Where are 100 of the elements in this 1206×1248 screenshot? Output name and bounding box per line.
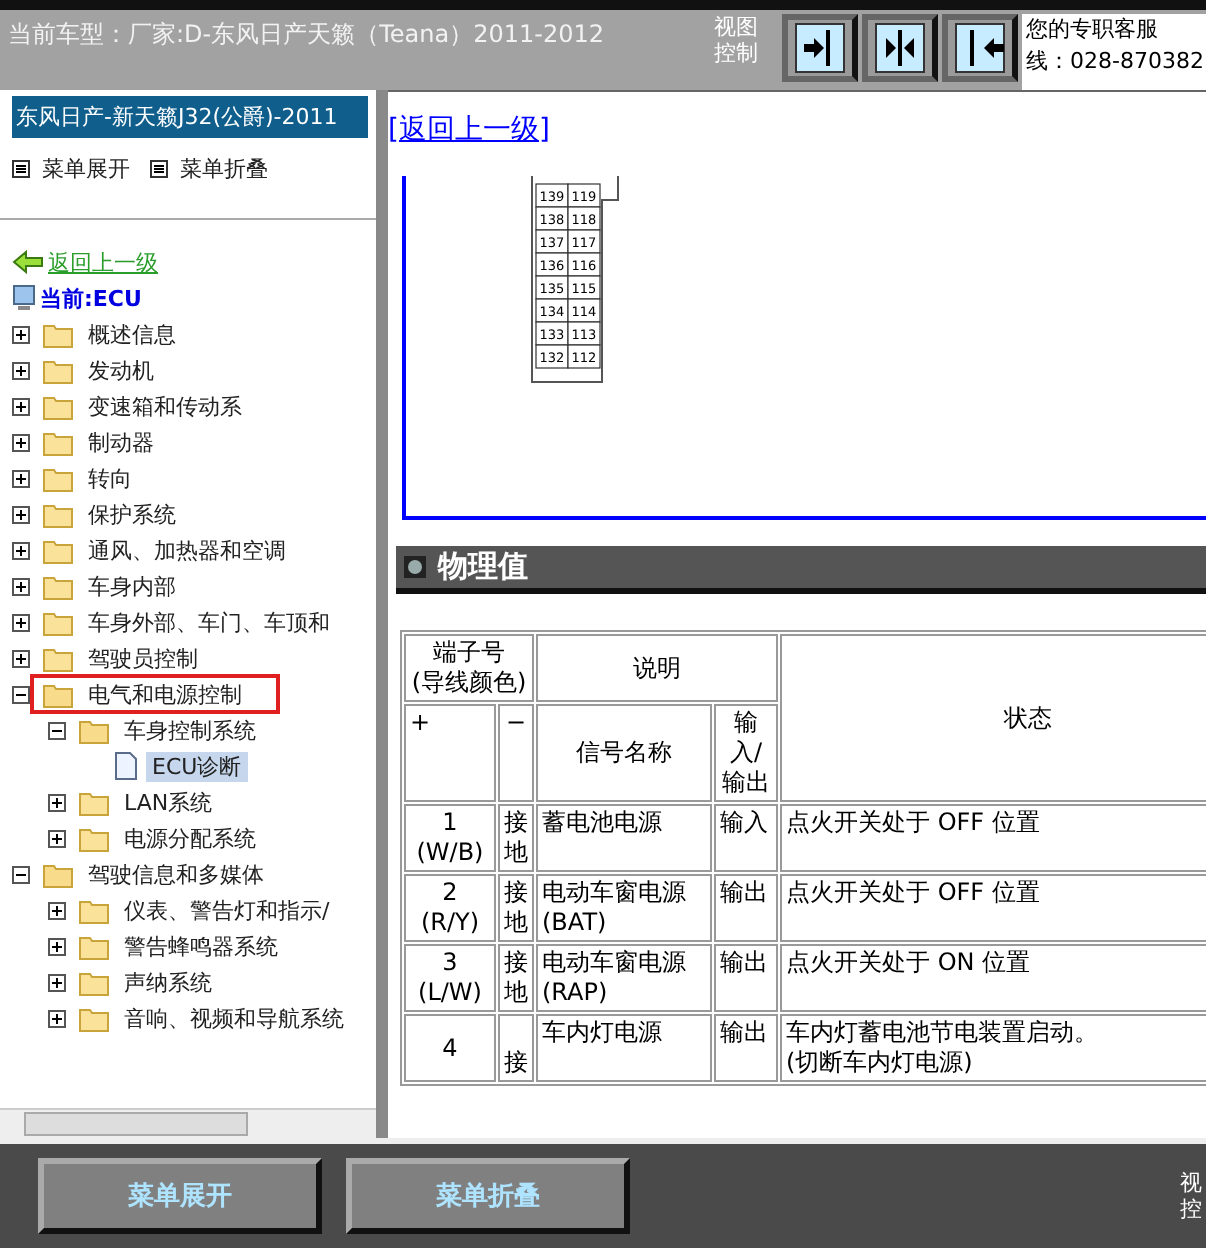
back-link[interactable]: 返回上一级	[48, 247, 158, 277]
expand-menu-button[interactable]: 菜单展开	[12, 154, 130, 184]
folder-icon	[42, 321, 74, 347]
folder-icon	[78, 789, 110, 815]
collapse-menu-button[interactable]: 菜单折叠	[150, 154, 268, 184]
tree-item[interactable]: 制动器	[82, 427, 160, 457]
sidebar-title: 东风日产-新天籁J32(公爵)-2011	[12, 96, 368, 138]
collapse-icon[interactable]	[12, 865, 30, 883]
expand-icon[interactable]	[48, 901, 66, 919]
folder-icon	[42, 393, 74, 419]
service-phone: 线：028-870382	[1026, 46, 1206, 78]
table-cell: 接地	[498, 874, 534, 942]
table-cell: 接地	[498, 804, 534, 872]
back-link[interactable]: [返回上一级]	[388, 112, 550, 148]
folder-icon	[42, 501, 74, 527]
table-cell: 4	[404, 1014, 496, 1082]
tree-item[interactable]: 概述信息	[82, 319, 182, 349]
folder-icon	[42, 609, 74, 635]
computer-icon	[12, 284, 36, 312]
expand-icon[interactable]	[12, 433, 30, 451]
table-cell: 输出	[714, 944, 778, 1012]
table-cell: 接地	[498, 944, 534, 1012]
table-cell: 3 (L/W)	[404, 944, 496, 1012]
expand-icon[interactable]	[12, 505, 30, 523]
table-header: −	[498, 704, 534, 802]
expand-icon[interactable]	[48, 937, 66, 955]
tree-item[interactable]: 保护系统	[82, 499, 182, 529]
table-cell: 点火开关处于 ON 位置	[780, 944, 1206, 1012]
tree-item[interactable]: 车身内部	[82, 571, 182, 601]
table-header: 信号名称	[536, 704, 712, 802]
folder-icon	[78, 1005, 110, 1031]
tree-item[interactable]: 车身控制系统	[118, 715, 262, 745]
tree-item[interactable]: 驾驶员控制	[82, 643, 204, 673]
split-view-icon	[874, 22, 926, 74]
back-arrow-icon	[12, 250, 44, 274]
expand-icon[interactable]	[48, 793, 66, 811]
expand-icon[interactable]	[12, 541, 30, 559]
table-header: 说明	[536, 634, 778, 702]
tree-item[interactable]: 声纳系统	[118, 967, 218, 997]
open-folder-icon	[78, 717, 110, 743]
list-icon	[12, 160, 30, 178]
folder-icon	[42, 645, 74, 671]
table-cell: 电动车窗电源 (RAP)	[536, 944, 712, 1012]
folder-icon	[78, 825, 110, 851]
view-control-label: 控	[1180, 1196, 1202, 1222]
expand-icon[interactable]	[12, 613, 30, 631]
table-cell: 车内灯蓄电池节电装置启动。 (切断车内灯电源)	[780, 1014, 1206, 1082]
table-header: 状态	[780, 634, 1206, 802]
tree-item[interactable]: 警告蜂鸣器系统	[118, 931, 284, 961]
expand-icon[interactable]	[48, 1009, 66, 1027]
table-header: 端子号 (导线颜色)	[404, 634, 534, 702]
tree-item[interactable]: 变速箱和传动系	[82, 391, 248, 421]
collapse-icon[interactable]	[48, 721, 66, 739]
tree-item[interactable]: 音响、视频和导航系统	[118, 1003, 350, 1033]
bullet-icon	[404, 556, 426, 578]
expand-icon[interactable]	[12, 577, 30, 595]
horizontal-scrollbar[interactable]	[0, 1108, 376, 1138]
table-cell: 1 (W/B)	[404, 804, 496, 872]
table-cell: 点火开关处于 OFF 位置	[780, 804, 1206, 872]
service-text: 您的专职客服	[1026, 14, 1160, 46]
tree-item[interactable]: 驾驶信息和多媒体	[82, 859, 270, 889]
section-title: 物理值	[438, 548, 528, 586]
folder-icon	[78, 969, 110, 995]
tree-item[interactable]: 转向	[82, 463, 138, 493]
table-cell: 输出	[714, 874, 778, 942]
open-folder-icon	[42, 861, 74, 887]
folder-icon	[78, 897, 110, 923]
view-control-label: 视图控制	[714, 14, 760, 66]
expand-icon[interactable]	[12, 649, 30, 667]
table-cell: 接	[498, 1014, 534, 1082]
expand-icon[interactable]	[48, 829, 66, 847]
tree-item[interactable]: 车身外部、车门、车顶和	[82, 607, 336, 637]
vehicle-title: 当前车型：厂家:D-东风日产天籁（Teana）2011-2012	[6, 18, 607, 52]
expand-icon[interactable]	[12, 469, 30, 487]
view-button[interactable]	[782, 14, 858, 82]
table-header: +	[404, 704, 496, 802]
tree-item[interactable]: ECU诊断	[146, 751, 248, 781]
expand-icon[interactable]	[12, 325, 30, 343]
tree-item[interactable]: 通风、加热器和空调	[82, 535, 292, 565]
folder-icon	[42, 465, 74, 491]
expand-icon[interactable]	[12, 397, 30, 415]
tree-item[interactable]: 电源分配系统	[118, 823, 262, 853]
table-cell: 输出	[714, 1014, 778, 1082]
tree-item[interactable]: 仪表、警告灯和指示/	[118, 895, 336, 925]
folder-icon	[42, 573, 74, 599]
document-icon	[114, 752, 138, 780]
table-cell: 点火开关处于 OFF 位置	[780, 874, 1206, 942]
tree-item[interactable]: LAN系统	[118, 787, 219, 817]
list-icon	[150, 160, 168, 178]
expand-icon[interactable]	[12, 361, 30, 379]
folder-icon	[42, 357, 74, 383]
table-cell: 蓄电池电源	[536, 804, 712, 872]
tree-item[interactable]: 发动机	[82, 355, 160, 385]
collapse-icon[interactable]	[12, 685, 30, 703]
folder-icon	[78, 933, 110, 959]
expand-icon[interactable]	[48, 973, 66, 991]
view-button[interactable]	[942, 14, 1018, 82]
view-button[interactable]	[862, 14, 938, 82]
tree-item[interactable]: 电气和电源控制	[82, 679, 248, 709]
folder-icon	[42, 429, 74, 455]
